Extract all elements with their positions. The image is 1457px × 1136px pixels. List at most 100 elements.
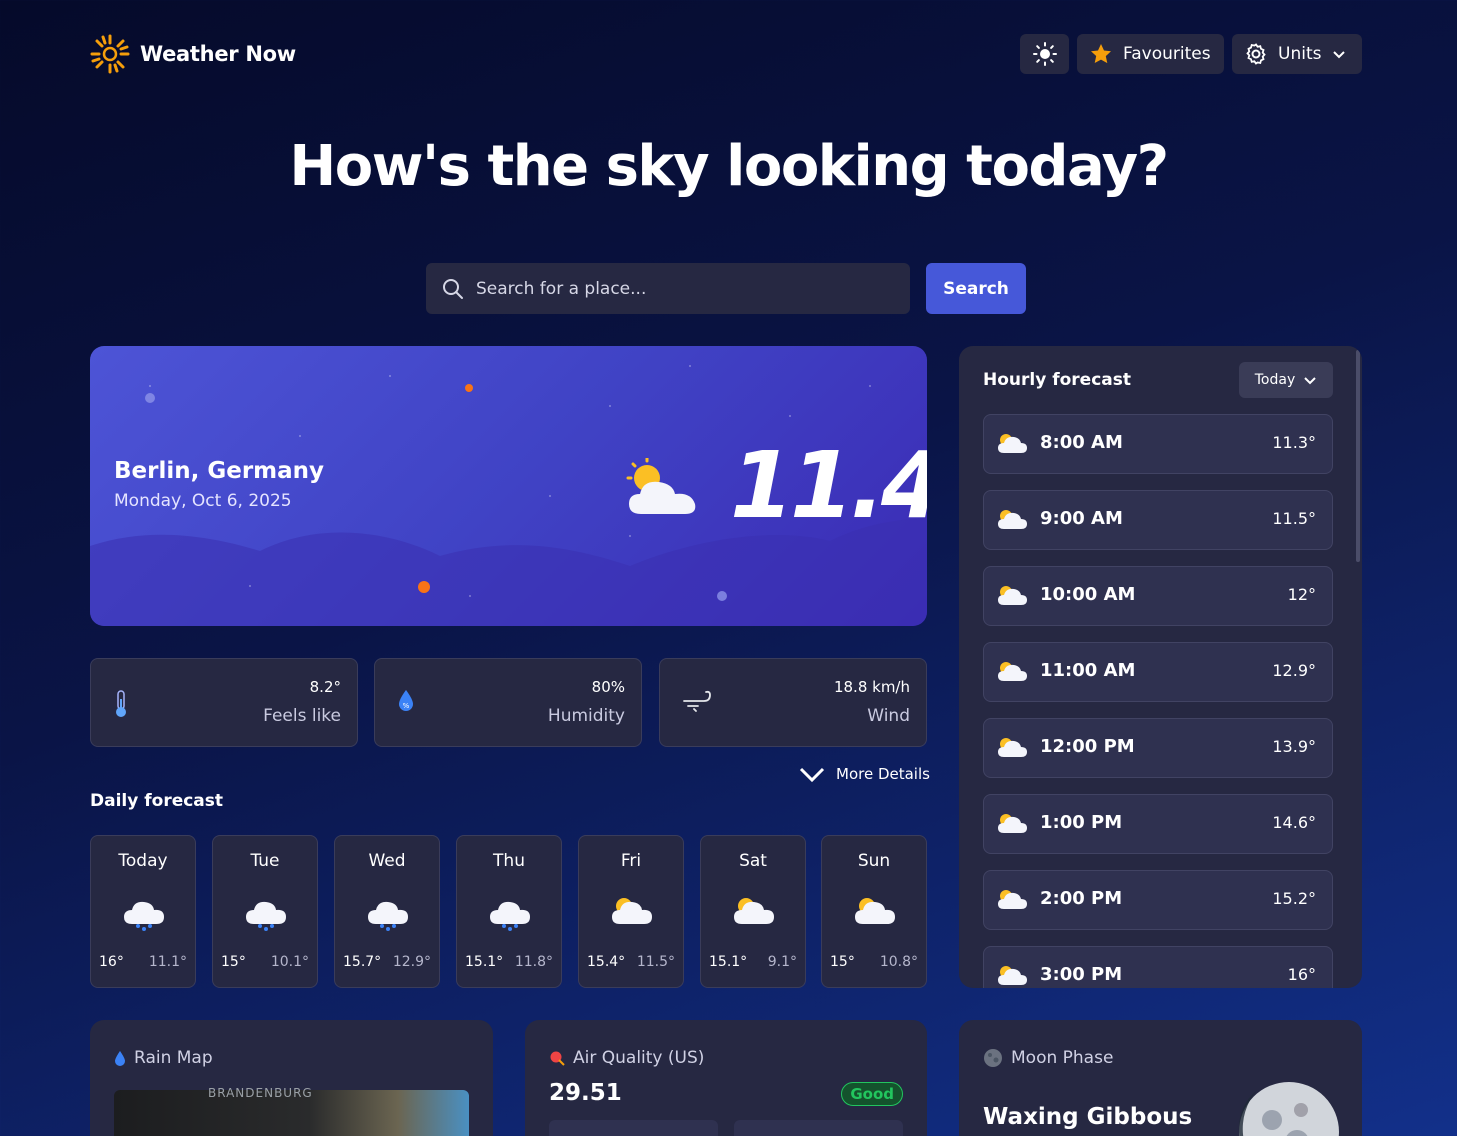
current-temperature: 11.4°	[730, 432, 927, 539]
hourly-time: 3:00 PM	[1040, 964, 1123, 985]
humidity-label: Humidity	[547, 706, 625, 726]
rain-drop-icon	[115, 1051, 125, 1066]
daily-day: Wed	[368, 851, 406, 871]
svg-text:%: %	[403, 702, 410, 710]
partly-cloudy-icon	[612, 898, 652, 924]
search-input[interactable]: Search for a place...	[476, 279, 646, 299]
partly-cloudy-icon	[998, 814, 1027, 833]
hourly-day-label: Today	[1254, 372, 1296, 388]
hourly-time: 9:00 AM	[1040, 508, 1123, 529]
air-quality-card: Air Quality (US) 29.51 Good	[525, 1020, 927, 1136]
feels-like-label: Feels like	[263, 706, 341, 726]
current-date: Monday, Oct 6, 2025	[114, 491, 292, 511]
daily-day: Thu	[493, 851, 525, 871]
hourly-time: 12:00 PM	[1040, 736, 1135, 757]
map-region-label: BRANDENBURG	[208, 1086, 313, 1100]
hourly-row: 3:00 PM 16°	[983, 946, 1333, 988]
daily-low: 10.8°	[879, 954, 918, 970]
daily-low: 11.5°	[636, 954, 675, 970]
rain-cloud-icon	[490, 901, 530, 931]
hourly-day-selector[interactable]: Today	[1239, 362, 1333, 398]
moon-phase-card: Moon Phase Waxing Gibbous	[959, 1020, 1362, 1136]
daily-high: 15.4°	[587, 954, 626, 970]
moon-image	[1238, 1082, 1339, 1136]
hourly-time: 1:00 PM	[1040, 812, 1123, 833]
air-quality-value: 29.51	[549, 1080, 622, 1106]
wind-icon	[683, 690, 711, 712]
sun-logo-icon	[90, 34, 130, 74]
daily-low: 11.1°	[148, 954, 187, 970]
daily-forecast-card[interactable]: Fri 15.4° 11.5°	[578, 835, 684, 988]
hourly-forecast-panel[interactable]: Hourly forecast Today 8:00 AM 11.3° 9:00 A…	[959, 346, 1362, 988]
daily-high: 15°	[830, 954, 855, 970]
hourly-time: 2:00 PM	[1040, 888, 1123, 909]
daily-forecast-card[interactable]: Thu 15.1° 11.8°	[456, 835, 562, 988]
hourly-time: 11:00 AM	[1040, 660, 1136, 681]
partly-cloudy-icon	[855, 898, 895, 924]
hourly-temp: 11.3°	[1272, 433, 1316, 452]
daily-forecast-card[interactable]: Wed 15.7° 12.9°	[334, 835, 440, 988]
rain-cloud-icon	[246, 901, 286, 931]
hourly-temp: 12°	[1287, 585, 1316, 604]
partly-cloudy-icon	[998, 738, 1027, 757]
search-icon	[443, 278, 463, 299]
daily-forecast-card[interactable]: Today 16° 11.1°	[90, 835, 196, 988]
wind-value: 18.8 km/h	[833, 678, 910, 696]
partly-cloudy-icon	[998, 434, 1027, 453]
humidity-card: % 80% Humidity	[374, 658, 642, 747]
daily-low: 11.8°	[514, 954, 553, 970]
partly-cloudy-icon	[626, 458, 696, 514]
daily-forecast-card[interactable]: Sat 15.1° 9.1°	[700, 835, 806, 988]
hourly-temp: 16°	[1287, 965, 1316, 984]
rain-cloud-icon	[368, 901, 408, 931]
air-quality-metric-tile	[734, 1120, 903, 1136]
daily-forecast-title: Daily forecast	[90, 791, 224, 811]
daily-day: Sat	[739, 851, 767, 871]
partly-cloudy-icon	[998, 510, 1027, 529]
humidity-value: 80%	[591, 678, 625, 696]
hourly-temp: 13.9°	[1272, 737, 1316, 756]
hourly-temp: 11.5°	[1272, 509, 1316, 528]
daily-low: 9.1°	[767, 954, 797, 970]
daily-low: 10.1°	[270, 954, 309, 970]
favourites-button[interactable]: Favourites	[1077, 34, 1224, 74]
feels-like-card: 8.2° Feels like	[90, 658, 358, 747]
partly-cloudy-icon	[734, 898, 774, 924]
rain-map-title: Rain Map	[134, 1048, 213, 1068]
hourly-time: 10:00 AM	[1040, 584, 1136, 605]
app-logo[interactable]: Weather Now	[90, 34, 296, 74]
hourly-temp: 12.9°	[1272, 661, 1316, 680]
search-input-container[interactable]: Search for a place...	[426, 263, 910, 314]
rain-cloud-icon	[124, 901, 164, 931]
daily-forecast-card[interactable]: Sun 15° 10.8°	[821, 835, 927, 988]
partly-cloudy-icon	[998, 966, 1027, 985]
gear-icon	[1246, 43, 1266, 65]
hourly-row: 1:00 PM 14.6°	[983, 794, 1333, 854]
hourly-time: 8:00 AM	[1040, 432, 1123, 453]
chevron-down-icon	[1304, 377, 1316, 385]
daily-high: 16°	[99, 954, 124, 970]
theme-toggle-button[interactable]	[1020, 34, 1069, 74]
page-headline: How's the sky looking today?	[289, 134, 1169, 199]
star-icon	[1091, 44, 1111, 64]
moon-phase-title: Moon Phase	[1011, 1048, 1114, 1068]
feels-like-value: 8.2°	[309, 678, 341, 696]
daily-high: 15°	[221, 954, 246, 970]
hourly-row: 12:00 PM 13.9°	[983, 718, 1333, 778]
more-details-toggle[interactable]: More Details	[798, 764, 930, 784]
daily-forecast-card[interactable]: Tue 15° 10.1°	[212, 835, 318, 988]
hourly-forecast-title: Hourly forecast	[983, 370, 1132, 390]
more-details-label: More Details	[836, 765, 930, 783]
daily-day: Sun	[857, 851, 891, 871]
daily-day: Tue	[250, 851, 280, 871]
hourly-scrollbar[interactable]	[1356, 350, 1360, 562]
current-weather-card: Berlin, Germany Monday, Oct 6, 2025 11.4…	[90, 346, 927, 626]
units-dropdown[interactable]: Units	[1232, 34, 1362, 74]
hourly-row: 2:00 PM 15.2°	[983, 870, 1333, 930]
hourly-temp: 14.6°	[1272, 813, 1316, 832]
partly-cloudy-icon	[998, 890, 1027, 909]
wind-card: 18.8 km/h Wind	[659, 658, 927, 747]
search-button[interactable]: Search	[926, 263, 1026, 314]
daily-high: 15.7°	[343, 954, 382, 970]
rain-map[interactable]: BRANDENBURG	[114, 1086, 469, 1136]
